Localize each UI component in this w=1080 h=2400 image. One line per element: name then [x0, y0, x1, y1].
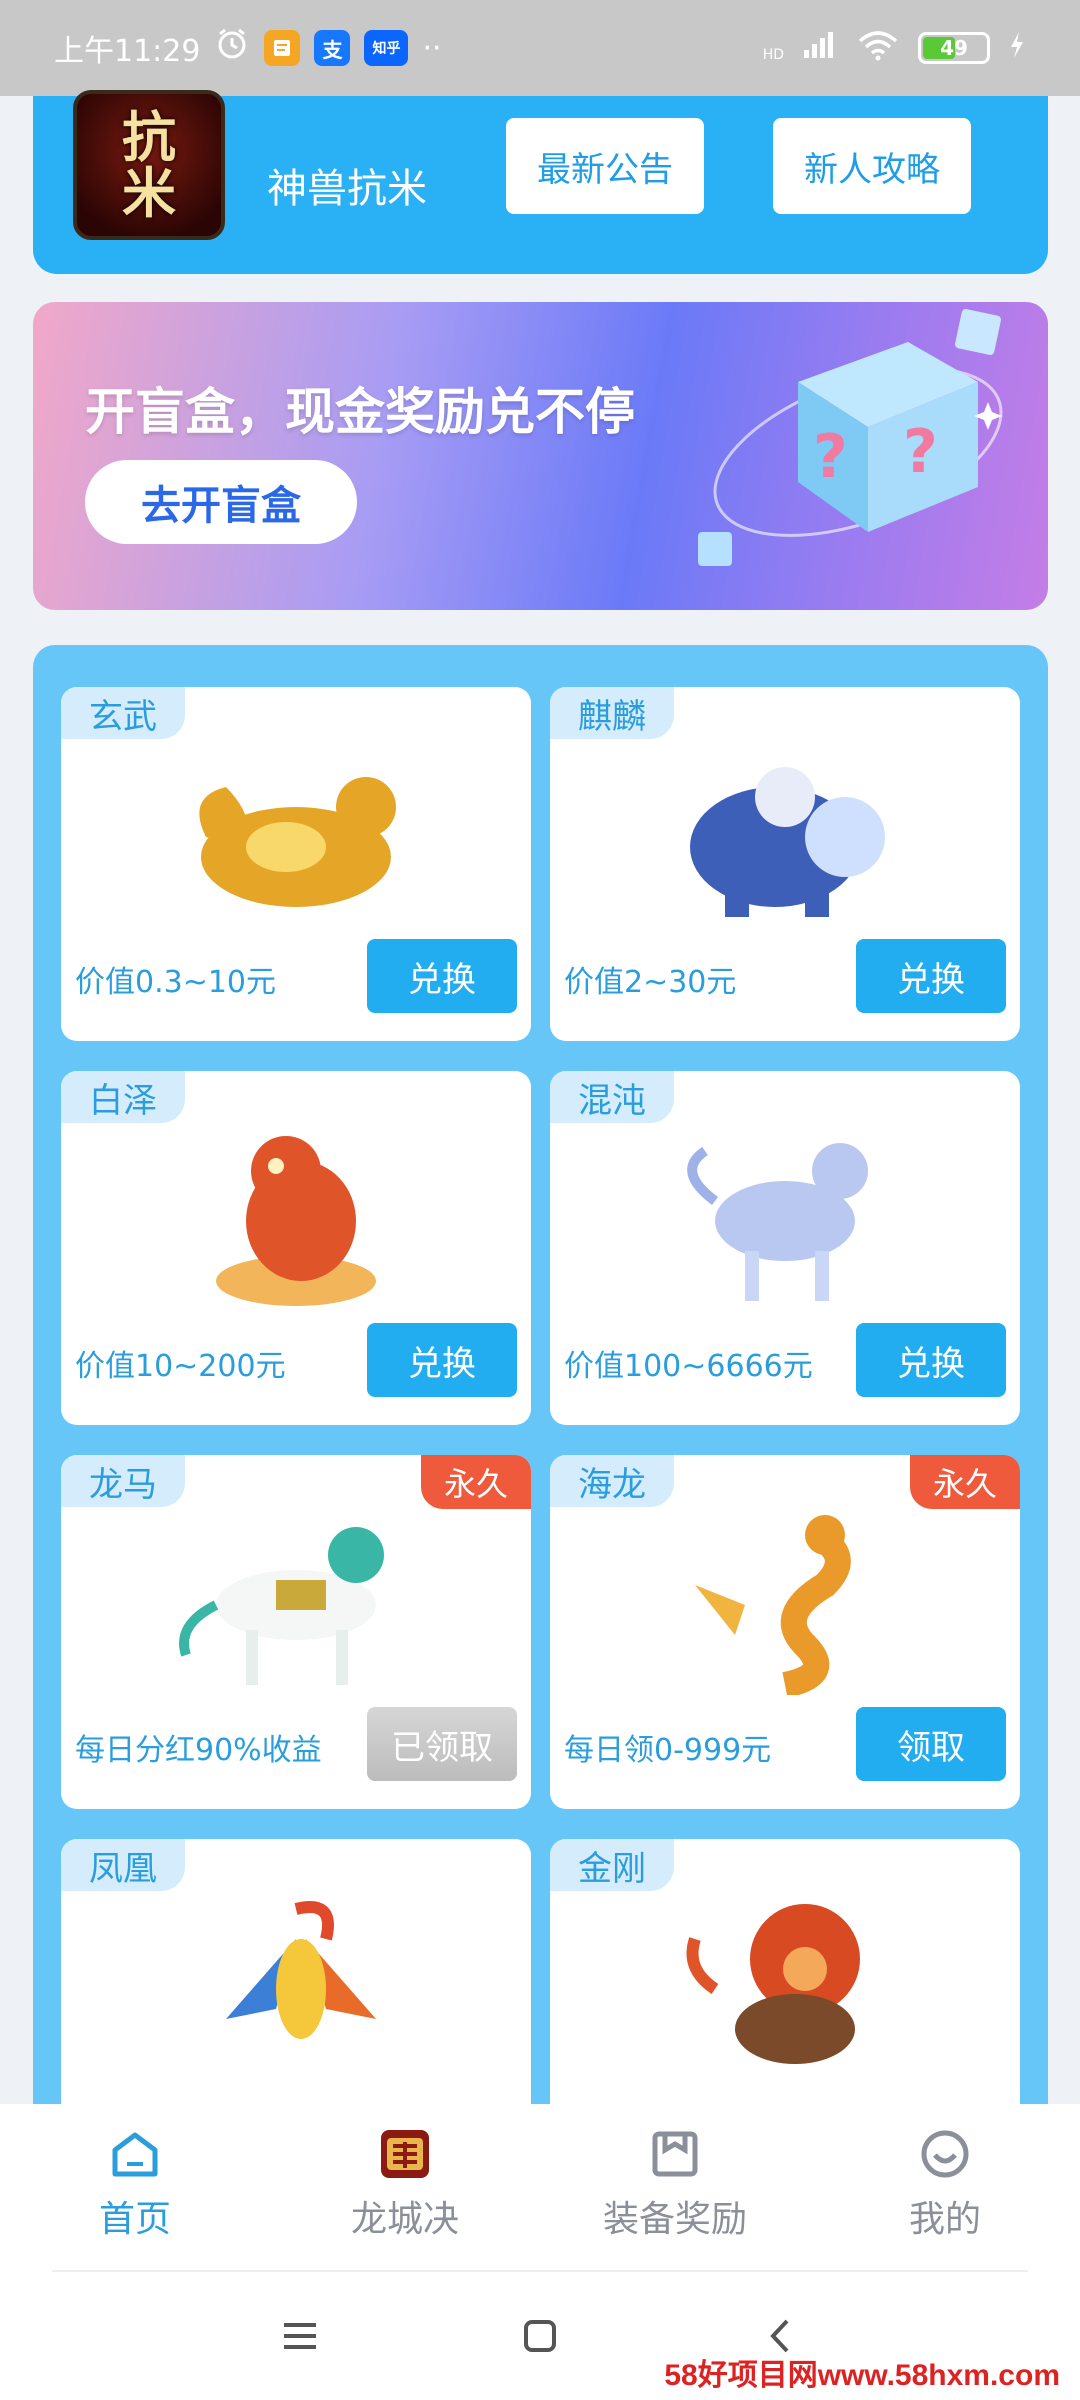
beast-image	[686, 1904, 860, 2064]
wifi-icon	[856, 29, 900, 67]
status-right: HD 49	[763, 29, 1026, 67]
battery-level: 49	[940, 36, 968, 60]
status-bar: 上午11:29 支 知乎 ·· HD 49	[0, 0, 1080, 96]
tab-label: 龙城决	[350, 2199, 459, 2240]
tab-home[interactable]: 首页	[0, 2104, 270, 2272]
logo-char-1: 抗	[122, 105, 176, 169]
beast-grid: 玄武 价值0.3~10元 兑换 麒麟 价值2~30元 兑换 白泽 价值10~20…	[33, 645, 1048, 2193]
bottom-tab-bar: 首页 龙城决 装备奖励 我的	[0, 2104, 1080, 2272]
beast-card: 混沌 价值100~6666元 兑换	[550, 1071, 1020, 1425]
menu-icon[interactable]	[270, 2306, 330, 2366]
home-nav-icon[interactable]	[510, 2306, 570, 2366]
svg-text:?: ?	[903, 417, 938, 487]
mystery-box-icon: ? ?	[698, 309, 1003, 566]
beast-image	[199, 777, 396, 907]
tab-profile[interactable]: 我的	[810, 2104, 1080, 2272]
game-name: 神兽抗米	[267, 166, 427, 212]
exchange-button[interactable]: 兑换	[367, 1323, 517, 1397]
watermark: 58好项目网www.58hxm.com	[664, 2359, 1060, 2392]
blind-box-banner[interactable]: ? ? 开盲盒，现金奖励兑不停 去开盲盒	[33, 302, 1048, 610]
status-time: 上午11:29	[54, 34, 201, 69]
tab-equipment-rewards[interactable]: 装备奖励	[540, 2104, 810, 2272]
notes-icon	[264, 30, 301, 66]
permanent-badge: 永久	[910, 1455, 1020, 1509]
exchange-button[interactable]: 兑换	[367, 939, 517, 1013]
beast-value: 价值0.3~10元	[75, 965, 277, 1000]
game-logo[interactable]: 抗 米	[73, 90, 225, 240]
beast-card: 龙马 永久 每日分红90%收益 已领取	[61, 1455, 531, 1809]
claim-button[interactable]: 领取	[856, 1707, 1006, 1781]
beast-image	[687, 1143, 868, 1301]
home-icon	[109, 2128, 161, 2180]
logo-char-2: 米	[122, 161, 176, 225]
alipay-icon: 支	[314, 30, 351, 66]
beast-image	[690, 767, 885, 917]
zhihu-icon: 知乎	[364, 30, 409, 66]
profile-icon	[919, 2128, 971, 2180]
beast-card: 玄武 价值0.3~10元 兑换	[61, 687, 531, 1041]
latest-notice-button[interactable]: 最新公告	[506, 118, 704, 214]
svg-text:?: ?	[813, 422, 848, 492]
beast-image	[226, 1901, 376, 2039]
beast-value: 价值100~6666元	[564, 1349, 813, 1384]
beast-value: 每日领0-999元	[564, 1733, 772, 1768]
beast-card: 麒麟 价值2~30元 兑换	[550, 687, 1020, 1041]
signal-icon	[802, 30, 838, 66]
battery-icon: 49	[918, 32, 990, 64]
beast-value: 价值2~30元	[564, 965, 737, 1000]
hd-label: HD	[762, 47, 784, 63]
beast-image	[695, 1515, 851, 1695]
banner-title: 开盲盒，现金奖励兑不停	[85, 383, 635, 441]
beast-value: 价值10~200元	[75, 1349, 286, 1384]
beast-value: 每日分红90%收益	[75, 1733, 322, 1768]
system-nav-bar: 58好项目网www.58hxm.com	[0, 2272, 1080, 2400]
game-icon	[379, 2128, 431, 2180]
beast-card: 海龙 永久 每日领0-999元 领取	[550, 1455, 1020, 1809]
alarm-icon	[214, 26, 250, 70]
permanent-badge: 永久	[421, 1455, 531, 1509]
charging-icon	[1008, 30, 1026, 66]
status-left: 上午11:29 支 知乎 ··	[54, 26, 442, 70]
open-blind-box-button[interactable]: 去开盲盒	[85, 460, 357, 544]
beast-card: 白泽 价值10~200元 兑换	[61, 1071, 531, 1425]
tab-label: 装备奖励	[602, 2199, 747, 2240]
tab-longchengjue[interactable]: 龙城决	[270, 2104, 540, 2272]
beast-image	[216, 1136, 376, 1306]
exchange-button[interactable]: 兑换	[856, 1323, 1006, 1397]
header-card: 抗 米 神兽抗米 最新公告 新人攻略	[33, 90, 1048, 274]
claimed-button[interactable]: 已领取	[367, 1707, 517, 1781]
bag-icon	[649, 2128, 701, 2180]
more-notifications-icon: ··	[422, 30, 442, 66]
newbie-guide-button[interactable]: 新人攻略	[773, 118, 971, 214]
tab-label: 首页	[98, 2199, 171, 2240]
tab-label: 我的	[908, 2199, 981, 2240]
beast-image	[179, 1527, 384, 1685]
exchange-button[interactable]: 兑换	[856, 939, 1006, 1013]
